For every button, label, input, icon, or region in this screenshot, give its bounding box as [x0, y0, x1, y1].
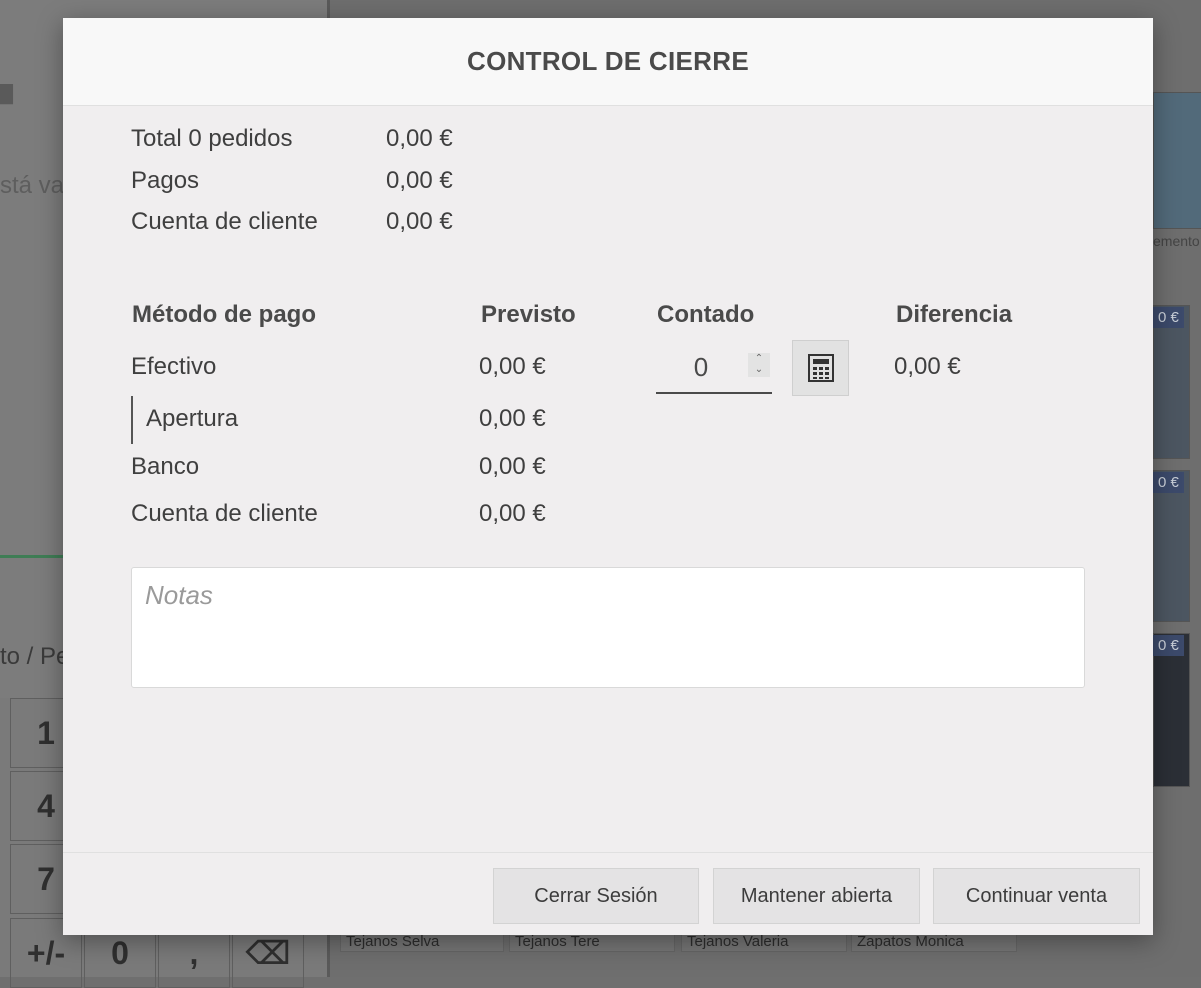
counted-cash-input[interactable]: 0 ⌃ ⌄ [656, 350, 772, 394]
payment-subrow-opening: Apertura [146, 405, 239, 432]
notes-textarea[interactable]: Notas [131, 567, 1085, 688]
dialog-footer: Cerrar Sesión Mantener abierta Continuar… [63, 852, 1153, 935]
summary-value: 0,00 € [386, 125, 453, 152]
notes-placeholder: Notas [145, 580, 213, 610]
pane-separator [0, 555, 63, 558]
expected-value: 0,00 € [479, 500, 546, 527]
summary-label: Cuenta de cliente [131, 208, 318, 235]
counted-cash-value: 0 [693, 352, 709, 382]
expected-value: 0,00 € [479, 405, 546, 432]
payment-method-customer-account: Cuenta de cliente [131, 500, 318, 527]
continue-selling-button[interactable]: Continuar venta [933, 868, 1140, 924]
expected-value: 0,00 € [479, 353, 546, 380]
price-badge: 0 € [1153, 307, 1184, 328]
difference-value: 0,00 € [894, 353, 961, 380]
column-header-method: Método de pago [132, 301, 316, 328]
indent-bar [131, 396, 133, 444]
calculator-icon [807, 354, 834, 382]
empty-cart-text: stá va [0, 172, 65, 199]
product-thumbnail[interactable] [1153, 633, 1190, 787]
category-label: emento [1153, 233, 1200, 249]
column-header-expected: Previsto [481, 301, 576, 328]
price-badge: 0 € [1153, 635, 1184, 656]
number-spinner[interactable]: ⌃ ⌄ [748, 353, 770, 377]
column-header-counted: Contado [657, 301, 755, 328]
summary-value: 0,00 € [386, 167, 453, 194]
keep-open-button[interactable]: Mantener abierta [713, 868, 920, 924]
cart-icon: ▘ [0, 86, 27, 124]
payment-method-bank: Banco [131, 453, 200, 480]
closing-control-dialog: CONTROL DE CIERRE Total 0 pedidos 0,00 €… [63, 18, 1153, 935]
summary-label: Total 0 pedidos [131, 125, 293, 152]
column-header-difference: Diferencia [896, 301, 1013, 328]
product-thumbnail[interactable] [1153, 92, 1201, 229]
calculator-button[interactable] [792, 340, 849, 396]
expected-value: 0,00 € [479, 453, 546, 480]
close-session-button[interactable]: Cerrar Sesión [493, 868, 699, 924]
payment-method-cash: Efectivo [131, 353, 217, 380]
product-thumbnail[interactable] [1153, 305, 1190, 459]
dialog-title: CONTROL DE CIERRE [63, 18, 1153, 106]
summary-value: 0,00 € [386, 208, 453, 235]
summary-label: Pagos [131, 167, 200, 194]
price-badge: 0 € [1153, 472, 1184, 493]
mode-text: to / Pe [0, 643, 70, 670]
